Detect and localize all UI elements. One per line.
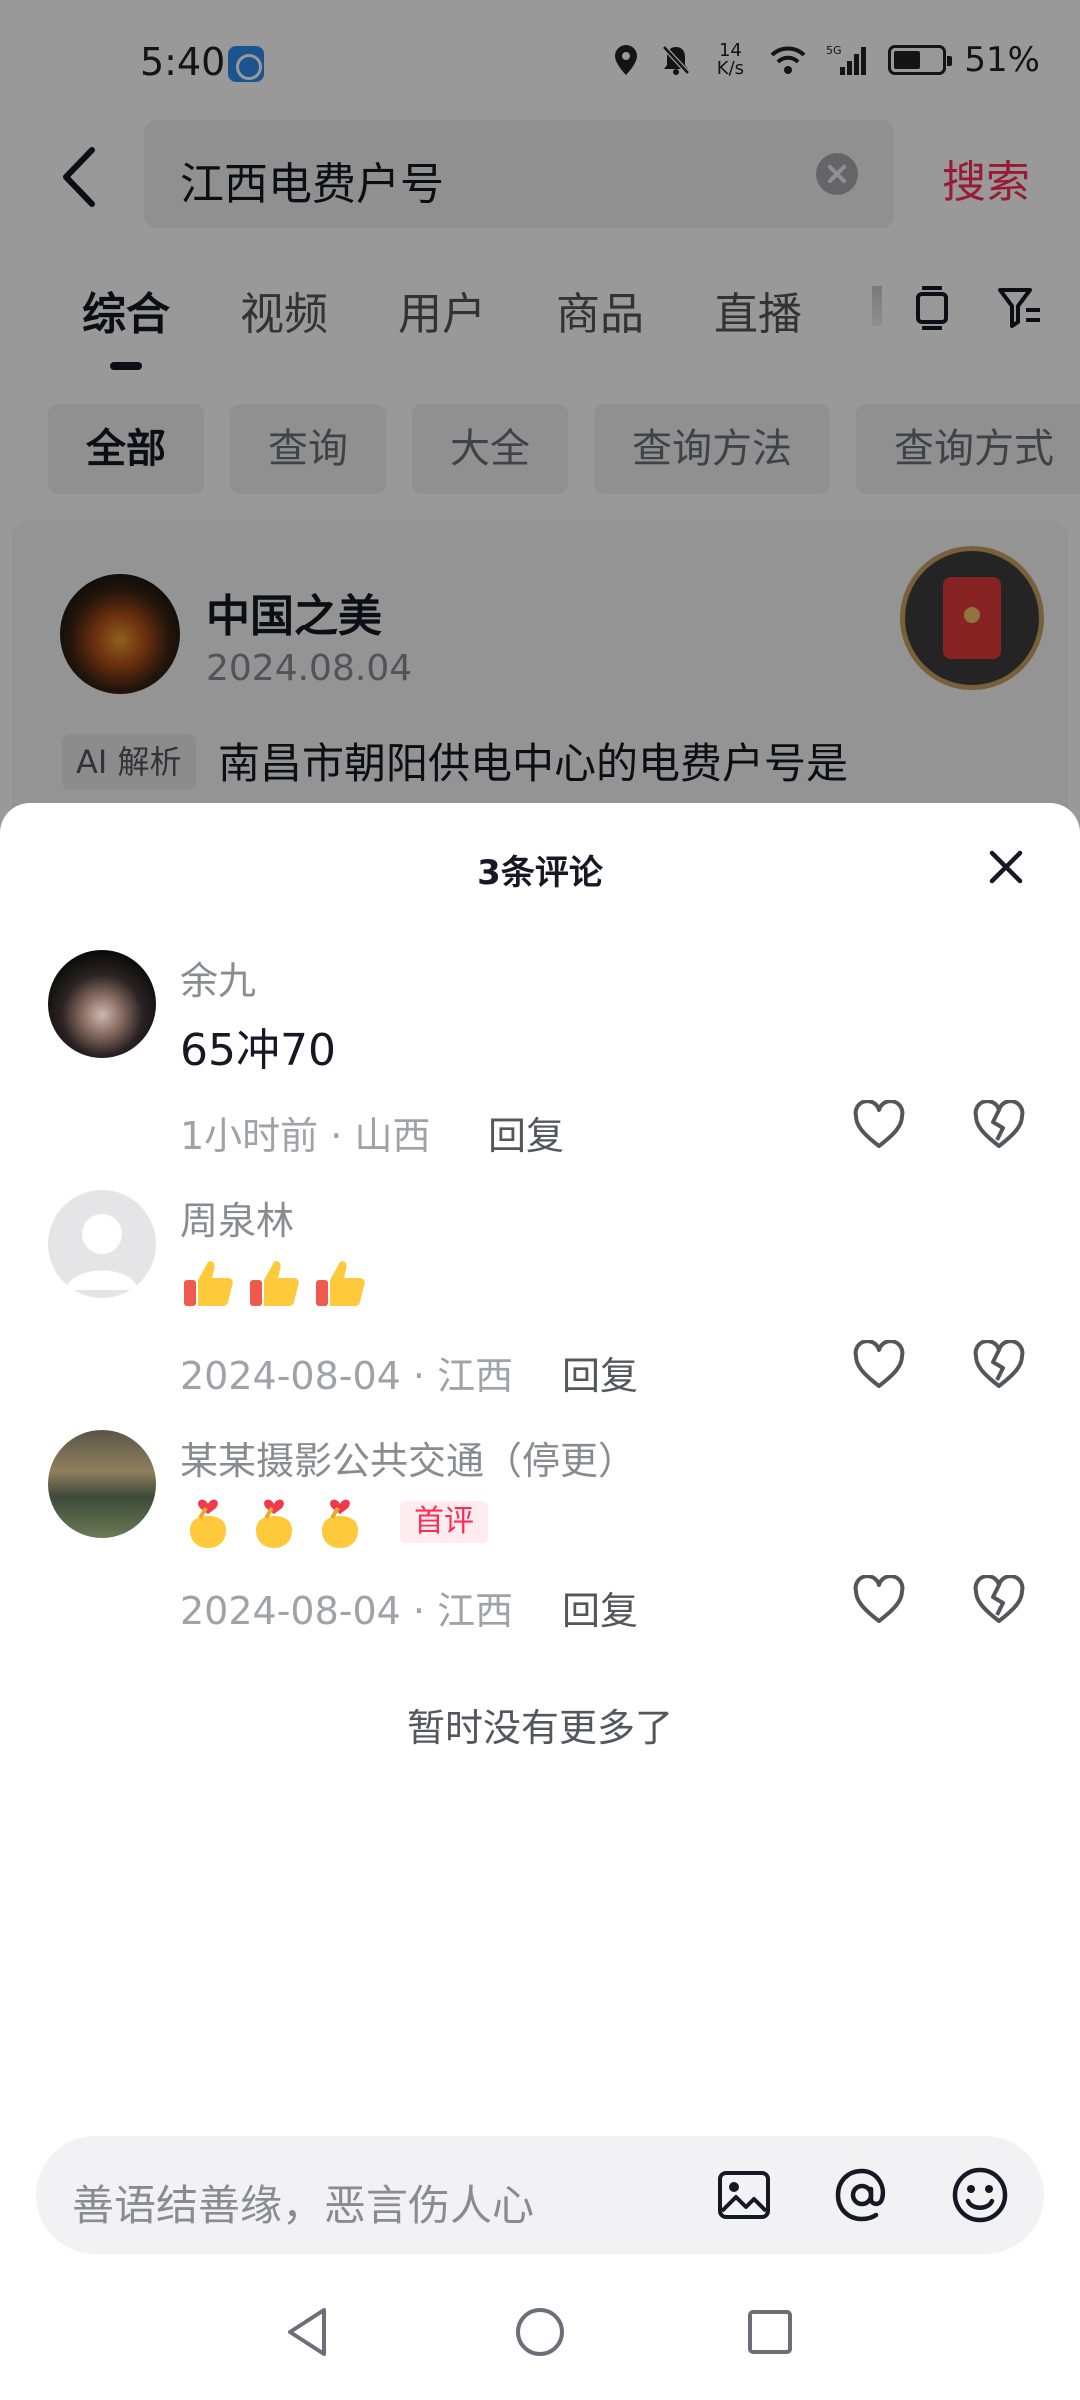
dislike-icon[interactable]	[972, 1575, 1026, 1625]
comment-item: 余九 65冲70 1小时前 · 山西 回复	[0, 950, 1080, 1180]
comments-title: 3条评论	[477, 853, 603, 893]
comments-sheet: 3条评论 余九 65冲70 1小时前 · 山西 回复 周泉林 2024-08-0…	[0, 803, 1080, 2400]
nav-recents-icon[interactable]	[740, 2302, 800, 2362]
comment-input-placeholder[interactable]: 善语结善缘，恶言伤人心	[72, 2172, 534, 2233]
reply-button[interactable]: 回复	[562, 1580, 638, 1635]
thumbs-up-emoji-icon	[316, 1261, 365, 1306]
nav-home-icon[interactable]	[510, 2302, 570, 2362]
comment-item: 周泉林 2024-08-04 · 江西 回复	[0, 1190, 1080, 1420]
comment-location: 江西	[437, 1589, 514, 1633]
commenter-avatar[interactable]	[48, 950, 156, 1058]
dislike-icon[interactable]	[972, 1340, 1026, 1390]
comment-emojis	[180, 1254, 368, 1310]
finger-heart-emoji-icon	[190, 1499, 226, 1548]
finger-heart-emoji-icon	[256, 1499, 292, 1548]
system-nav-bar	[0, 2280, 1080, 2400]
no-more-comments: 暂时没有更多了	[406, 1706, 673, 1750]
thumbs-up-emoji-icon	[184, 1261, 233, 1306]
commenter-name[interactable]: 某某摄影公共交通（停更）	[180, 1430, 636, 1485]
comment-time: 2024-08-04	[180, 1589, 401, 1633]
comment-item: 某某摄影公共交通（停更） 首评 2024-08-04 · 江西 回复	[0, 1430, 1080, 1660]
comment-input[interactable]: 善语结善缘，恶言伤人心	[36, 2136, 1044, 2254]
comment-meta: 1小时前 · 山西	[180, 1114, 431, 1158]
comment-meta: 2024-08-04 · 江西	[180, 1354, 514, 1398]
comment-emojis: 首评	[180, 1494, 488, 1550]
first-comment-badge: 首评	[400, 1501, 488, 1543]
like-icon[interactable]	[852, 1100, 906, 1150]
comment-meta: 2024-08-04 · 江西	[180, 1589, 514, 1633]
finger-heart-emoji-icon	[322, 1499, 358, 1548]
reply-button[interactable]: 回复	[562, 1345, 638, 1400]
like-icon[interactable]	[852, 1575, 906, 1625]
comment-text: 65冲70	[180, 1025, 336, 1076]
reply-button[interactable]: 回复	[488, 1105, 564, 1160]
commenter-name[interactable]: 周泉林	[180, 1190, 294, 1245]
commenter-avatar[interactable]	[48, 1430, 156, 1538]
comment-location: 山西	[354, 1114, 431, 1158]
at-mention-icon[interactable]	[832, 2165, 892, 2225]
nav-back-icon[interactable]	[278, 2302, 338, 2362]
comment-time: 1小时前	[180, 1114, 319, 1158]
like-icon[interactable]	[852, 1340, 906, 1390]
close-icon[interactable]	[986, 847, 1026, 887]
commenter-name[interactable]: 余九	[180, 950, 256, 1005]
image-icon[interactable]	[714, 2165, 774, 2225]
dislike-icon[interactable]	[972, 1100, 1026, 1150]
thumbs-up-emoji-icon	[250, 1261, 299, 1306]
person-icon	[66, 1214, 138, 1290]
comment-location: 江西	[437, 1354, 514, 1398]
default-avatar[interactable]	[48, 1190, 156, 1298]
emoji-icon[interactable]	[950, 2165, 1010, 2225]
comment-time: 2024-08-04	[180, 1354, 401, 1398]
